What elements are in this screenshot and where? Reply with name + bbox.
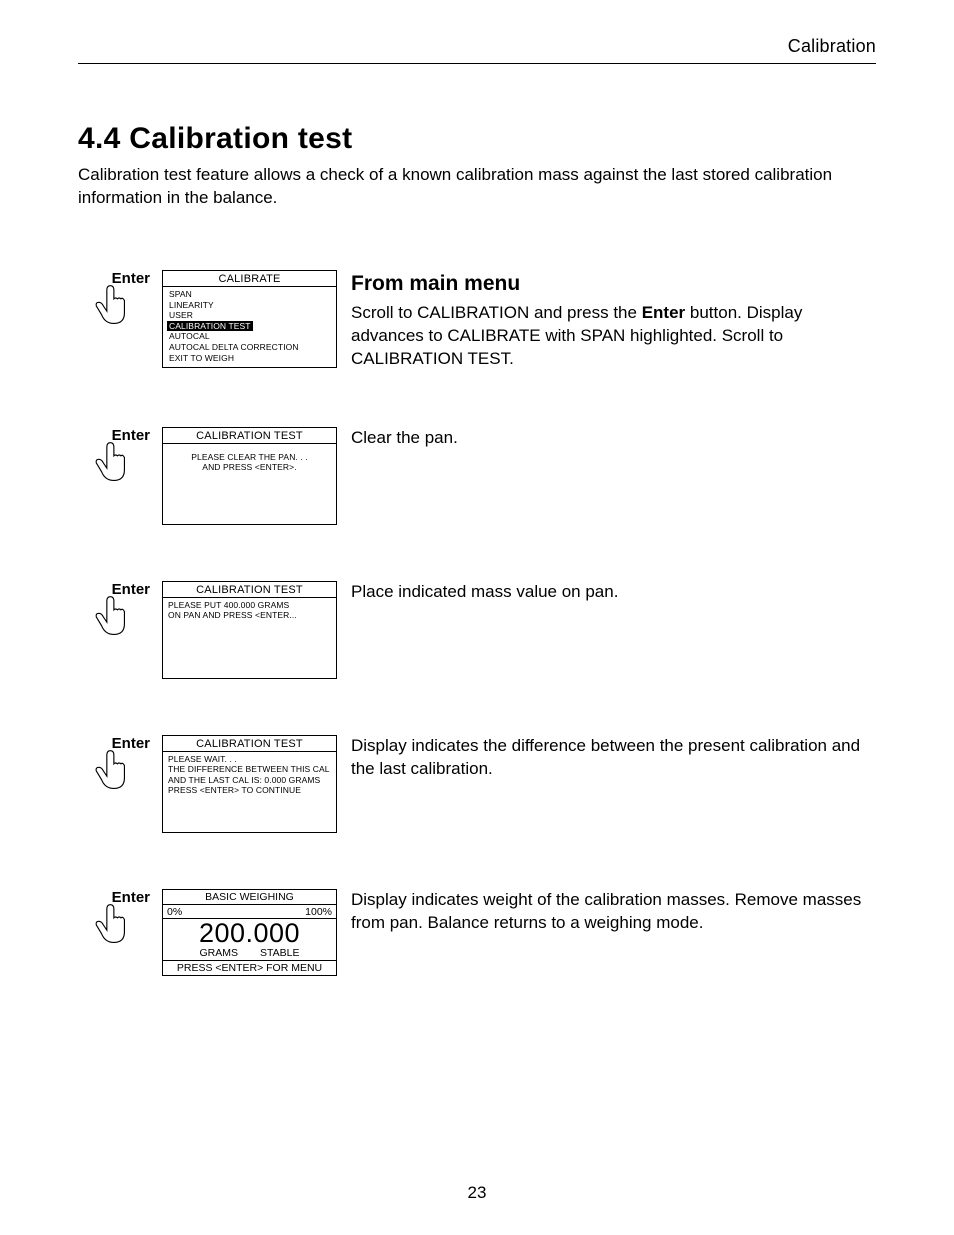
step-description: Display indicates weight of the calibrat… [351,889,876,935]
display-screen-calibrate: CALIBRATE SPANLINEARITYUSERCALIBRATION T… [162,270,337,368]
screen-menu: SPANLINEARITYUSERCALIBRATION TESTAUTOCAL… [163,287,336,367]
hand-press-icon [91,283,135,327]
step-row: Enter CALIBRATION TEST PLEASE WAIT. . .T… [78,735,876,833]
screen-line: THE DIFFERENCE BETWEEN THIS CAL [168,764,331,774]
display-screen-weighing: BASIC WEIGHING 0% 100% 200.000 GRAMS STA… [162,889,337,976]
display-screen-caltest: CALIBRATION TEST PLEASE WAIT. . .THE DIF… [162,735,337,833]
enter-column: Enter [78,889,148,946]
enter-column: Enter [78,735,148,792]
screen-line: ON PAN AND PRESS <ENTER... [168,610,331,620]
screen-title: CALIBRATION TEST [163,736,336,752]
hand-press-icon [91,902,135,946]
enter-column: Enter [78,270,148,327]
screen-line: PRESS <ENTER> TO CONTINUE [168,785,331,795]
display-screen-caltest: CALIBRATION TEST PLEASE CLEAR THE PAN. .… [162,427,337,525]
menu-item: LINEARITY [168,300,331,311]
percent-row: 0% 100% [163,905,336,919]
enter-column: Enter [78,427,148,484]
step-row: Enter CALIBRATION TEST PLEASE PUT 400.00… [78,581,876,679]
section-title: 4.4 Calibration test [78,122,876,156]
step-row: Enter BASIC WEIGHING 0% 100% 200.000 GRA… [78,889,876,976]
step-description: Display indicates the difference between… [351,735,876,781]
step-description: Place indicated mass value on pan. [351,581,876,604]
hand-press-icon [91,748,135,792]
menu-item: USER [168,310,331,321]
unit-label: GRAMS [199,947,238,959]
menu-item: EXIT TO WEIGH [168,353,331,364]
screen-line: PLEASE WAIT. . . [168,754,331,764]
screen-body: PLEASE WAIT. . .THE DIFFERENCE BETWEEN T… [163,752,336,799]
pct-low: 0% [167,905,182,918]
weigh-head: BASIC WEIGHING [163,890,336,905]
unit-row: GRAMS STABLE [163,947,336,961]
step-row: Enter CALIBRATE SPANLINEARITYUSERCALIBRA… [78,270,876,371]
display-screen-caltest: CALIBRATION TEST PLEASE PUT 400.000 GRAM… [162,581,337,679]
weight-value: 200.000 [163,919,336,947]
desc-bold: Enter [642,303,685,322]
screen-line: AND PRESS <ENTER>. [168,462,331,472]
enter-column: Enter [78,581,148,638]
hand-press-icon [91,440,135,484]
screen-title: CALIBRATE [163,271,336,287]
step-sub-title: From main menu [351,270,876,298]
status-label: STABLE [260,947,300,959]
weigh-foot: PRESS <ENTER> FOR MENU [163,961,336,975]
menu-item: CALIBRATION TEST [168,321,331,332]
screen-line: PLEASE CLEAR THE PAN. . . [168,452,331,462]
screen-body: PLEASE PUT 400.000 GRAMSON PAN AND PRESS… [163,598,336,625]
menu-item: AUTOCAL [168,331,331,342]
screen-body: PLEASE CLEAR THE PAN. . .AND PRESS <ENTE… [163,444,336,477]
section-intro: Calibration test feature allows a check … [78,164,876,210]
menu-item: AUTOCAL DELTA CORRECTION [168,342,331,353]
screen-title: CALIBRATION TEST [163,428,336,444]
step-row: Enter CALIBRATION TEST PLEASE CLEAR THE … [78,427,876,525]
step-description: Clear the pan. [351,427,876,450]
header-chapter: Calibration [78,36,876,64]
hand-press-icon [91,594,135,638]
screen-line: PLEASE PUT 400.000 GRAMS [168,600,331,610]
pct-high: 100% [305,905,332,918]
screen-title: CALIBRATION TEST [163,582,336,598]
menu-item: SPAN [168,289,331,300]
page-number: 23 [0,1183,954,1203]
screen-line: AND THE LAST CAL IS: 0.000 GRAMS [168,775,331,785]
desc-pre: Scroll to CALIBRATION and press the [351,303,642,322]
step-description: From main menu Scroll to CALIBRATION and… [351,270,876,371]
